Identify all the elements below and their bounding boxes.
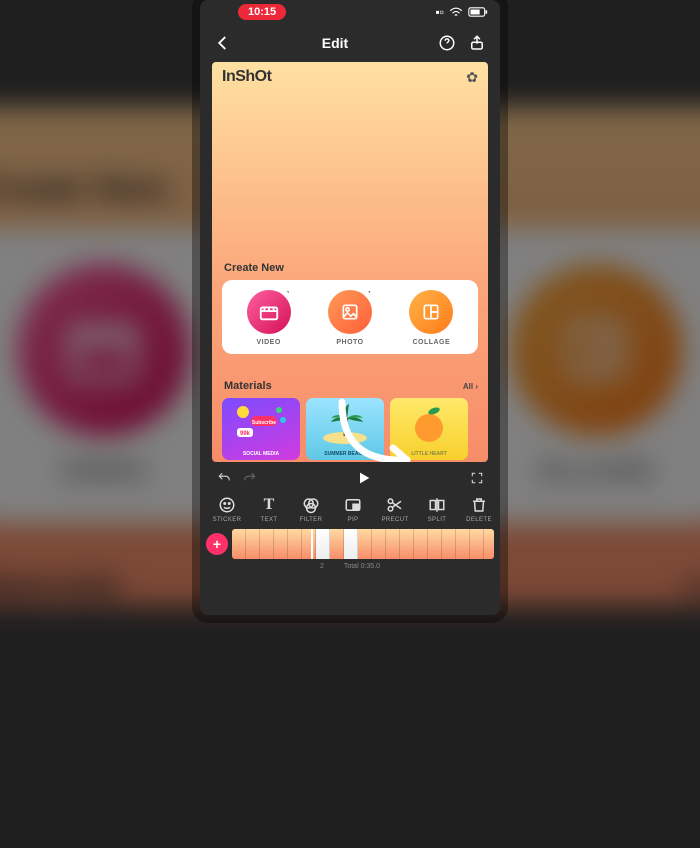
- tool-precut[interactable]: PRECUT: [374, 496, 416, 523]
- wifi-icon: [449, 7, 463, 17]
- recording-time: 10:15: [238, 4, 286, 20]
- tool-text[interactable]: T TEXT: [248, 496, 290, 523]
- tool-precut-label: PRECUT: [374, 517, 416, 523]
- material-card-beach[interactable]: SUMMER BEACH: [306, 398, 384, 460]
- timeline-position: 2: [320, 563, 324, 570]
- material-card-heart[interactable]: LITTLE HEART: [390, 398, 468, 460]
- create-video-button[interactable]: ◔ VIDEO: [247, 290, 291, 346]
- photo-label: PHOTO: [328, 339, 372, 346]
- materials-heading: Materials: [224, 380, 272, 392]
- nav-bar: Edit: [200, 24, 500, 62]
- player-controls: [200, 462, 500, 492]
- signal-icon: ▪▫: [435, 5, 444, 19]
- tool-pip-label: PIP: [332, 517, 374, 523]
- timeline-total: Total 0:35.0: [344, 563, 380, 570]
- material-1-label: SOCIAL MEDIA: [243, 451, 279, 457]
- video-preview[interactable]: InShOt ✿ Create New ◔ VIDEO ◔ PHOTO: [212, 62, 488, 462]
- svg-text:Subscribe: Subscribe: [252, 420, 276, 426]
- create-new-heading: Create New: [224, 262, 478, 274]
- bg-all-link: All ›: [682, 575, 700, 604]
- tool-filter[interactable]: FILTER: [290, 496, 332, 523]
- back-button[interactable]: [214, 34, 232, 52]
- scissors-icon: [386, 496, 404, 514]
- tool-delete[interactable]: DELETE: [458, 496, 500, 523]
- fullscreen-button[interactable]: [470, 471, 484, 485]
- material-2-label: SUMMER BEACH: [324, 451, 365, 457]
- collage-icon: [421, 302, 441, 322]
- orange-fruit-art: [404, 402, 454, 444]
- social-media-art: Subscribe 99k: [231, 402, 291, 442]
- text-icon: T: [260, 496, 278, 514]
- pip-icon: [344, 496, 362, 514]
- filter-icon: [302, 496, 320, 514]
- tool-sticker-label: STICKER: [206, 517, 248, 523]
- playhead[interactable]: [311, 529, 313, 559]
- clapper-icon: [258, 301, 280, 323]
- tool-delete-label: DELETE: [458, 517, 500, 523]
- badge-icon: ◔: [283, 288, 293, 298]
- split-icon: [428, 496, 446, 514]
- create-photo-button[interactable]: ◔ PHOTO: [328, 290, 372, 346]
- tool-split-label: SPLIT: [416, 517, 458, 523]
- settings-icon: ✿: [466, 69, 478, 86]
- play-button[interactable]: [352, 466, 376, 490]
- create-panel: ◔ VIDEO ◔ PHOTO COLLAGE: [222, 280, 478, 354]
- trash-icon: [470, 496, 488, 514]
- help-button[interactable]: [438, 34, 456, 52]
- video-label: VIDEO: [247, 339, 291, 346]
- status-bar: 10:15 ▪▫: [200, 0, 500, 24]
- tool-pip[interactable]: PIP: [332, 496, 374, 523]
- create-collage-button[interactable]: COLLAGE: [409, 290, 453, 346]
- bg-video-label: VIDEO: [60, 458, 148, 485]
- inshot-logo: InShOt: [222, 68, 271, 86]
- tool-filter-label: FILTER: [290, 517, 332, 523]
- materials-all-link[interactable]: All ›: [463, 382, 478, 391]
- badge-icon: ◔: [364, 288, 374, 298]
- material-card-social[interactable]: Subscribe 99k SOCIAL MEDIA: [222, 398, 300, 460]
- svg-text:99k: 99k: [240, 431, 251, 437]
- material-3-label: LITTLE HEART: [411, 451, 447, 457]
- add-clip-button[interactable]: +: [206, 533, 228, 555]
- edit-toolbar: STICKER T TEXT FILTER PIP PRECUT SPLIT D…: [200, 492, 500, 525]
- share-button[interactable]: [468, 34, 486, 52]
- smiley-icon: [218, 496, 236, 514]
- phone-frame: 10:15 ▪▫ Edit InShOt ✿: [200, 0, 500, 615]
- tool-split[interactable]: SPLIT: [416, 496, 458, 523]
- palm-tree-art: [315, 400, 375, 444]
- bg-materials-heading: Materials: [0, 564, 122, 606]
- clip-strip[interactable]: [232, 529, 494, 559]
- page-title: Edit: [322, 35, 348, 51]
- battery-icon: [468, 7, 488, 17]
- bg-collage-label: OLLAGE: [538, 458, 654, 485]
- timeline: + 2 Total 0:35.0: [200, 525, 500, 572]
- undo-button[interactable]: [216, 471, 232, 485]
- bg-video-icon: [17, 263, 190, 436]
- tool-text-label: TEXT: [248, 517, 290, 523]
- image-icon: [340, 302, 360, 322]
- bg-collage-icon: [510, 263, 683, 436]
- tool-sticker[interactable]: STICKER: [206, 496, 248, 523]
- collage-label: COLLAGE: [409, 339, 453, 346]
- redo-button[interactable]: [242, 471, 258, 485]
